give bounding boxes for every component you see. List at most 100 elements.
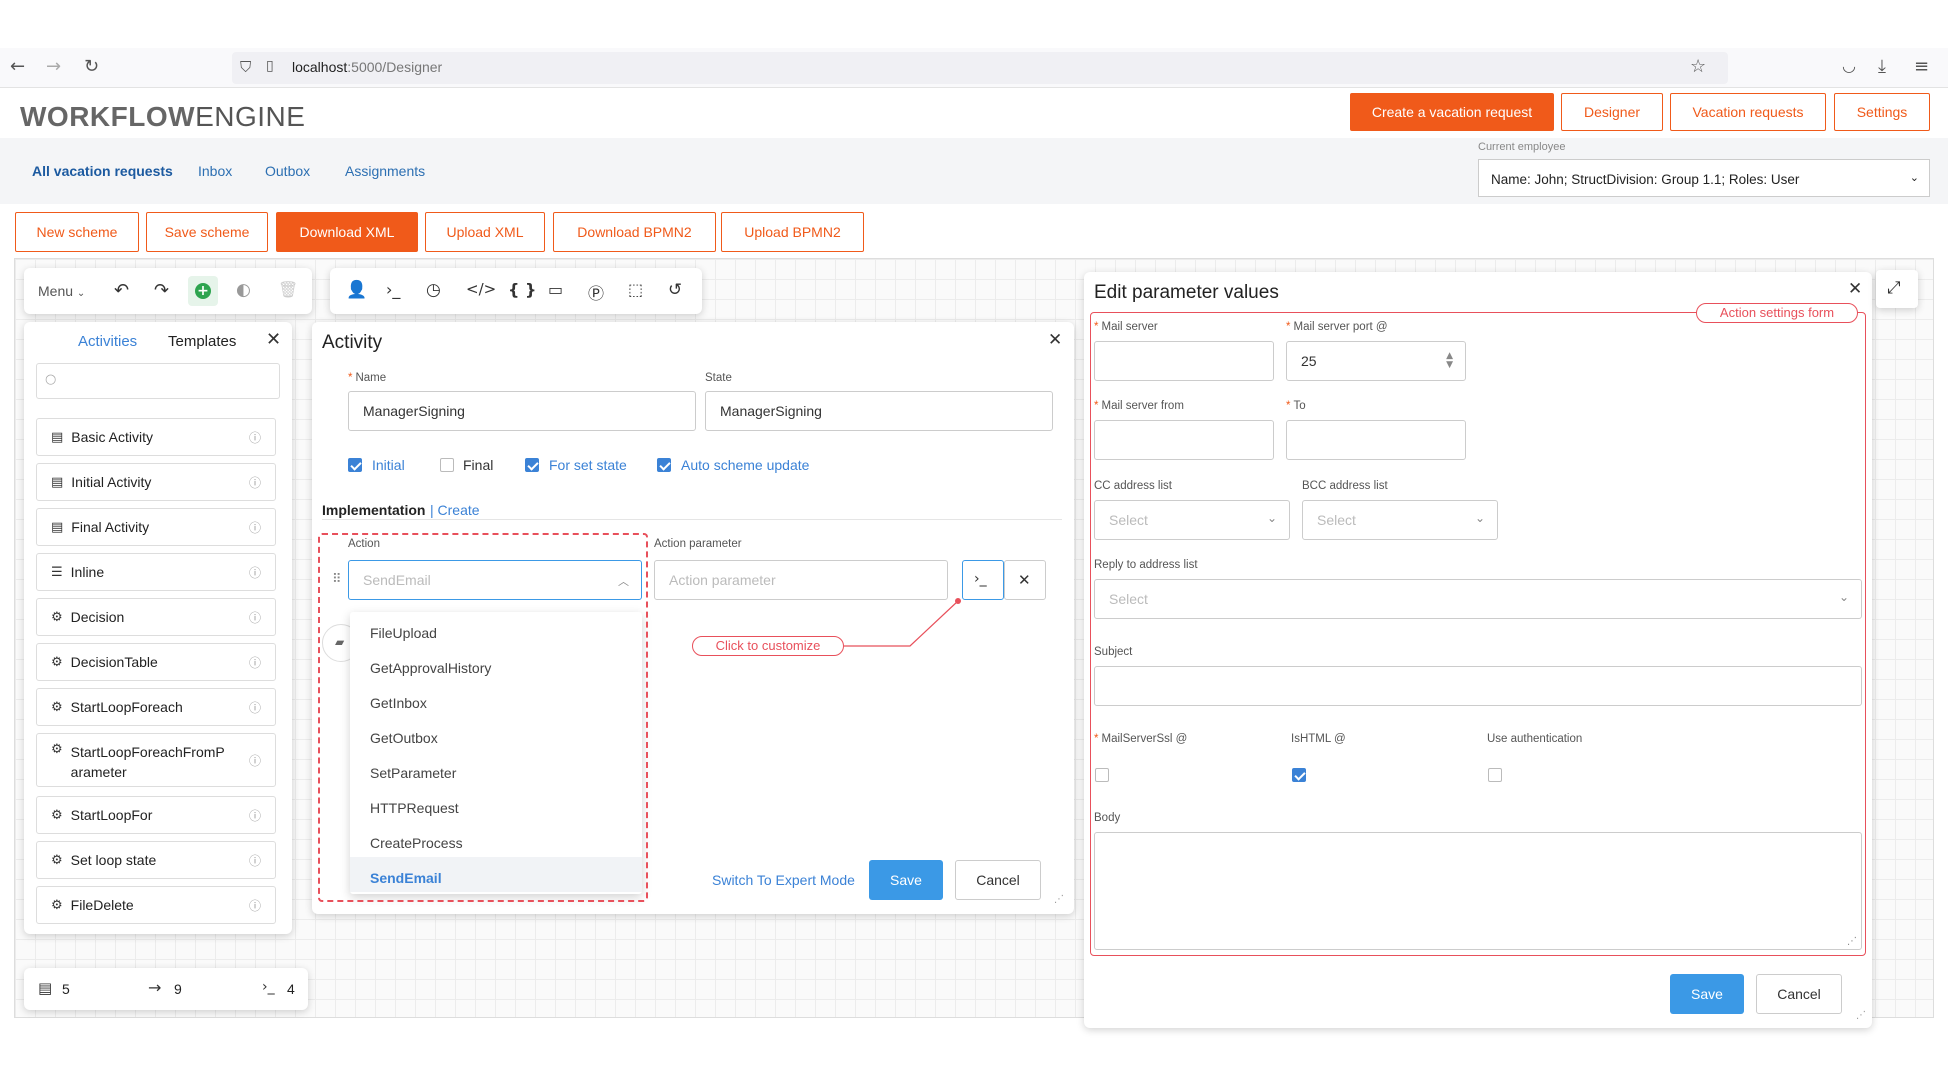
- vacation-requests-button[interactable]: Vacation requests: [1670, 93, 1826, 131]
- settings-button[interactable]: Settings: [1834, 93, 1930, 131]
- stepper-icon[interactable]: ▲ ▼: [1446, 352, 1453, 370]
- mail-server-from-input[interactable]: [1094, 420, 1274, 460]
- activity-search-input[interactable]: ○: [36, 363, 280, 399]
- redo-icon[interactable]: ↷: [154, 280, 169, 301]
- info-icon[interactable]: ⓘ: [249, 474, 261, 491]
- download-bpmn2-button[interactable]: Download BPMN2: [553, 212, 716, 252]
- code-icon[interactable]: </>: [466, 280, 496, 298]
- info-icon[interactable]: ⓘ: [249, 699, 261, 716]
- pocket-icon[interactable]: ◡: [1842, 56, 1856, 75]
- upload-xml-button[interactable]: Upload XML: [425, 212, 545, 252]
- list-item[interactable]: ⚙ DecisionTable ⓘ: [36, 643, 276, 681]
- download-icon[interactable]: ⤓: [1878, 56, 1886, 77]
- tab-assignments[interactable]: Assignments: [345, 163, 425, 179]
- use-authentication-checkbox[interactable]: [1488, 768, 1502, 782]
- info-icon[interactable]: ⓘ: [249, 609, 261, 626]
- undo-icon[interactable]: ↶: [114, 280, 129, 301]
- clear-parameter-button[interactable]: ✕: [1004, 560, 1046, 600]
- menu-dropdown[interactable]: Menu ⌄: [38, 283, 85, 299]
- designer-button[interactable]: Designer: [1561, 93, 1663, 131]
- new-scheme-button[interactable]: New scheme: [15, 212, 139, 252]
- action-parameter-input[interactable]: Action parameter: [654, 560, 948, 600]
- toggle-icon[interactable]: ◐: [236, 280, 251, 300]
- bookmark-star-icon[interactable]: ☆: [1690, 56, 1706, 77]
- list-item[interactable]: ▤ Initial Activity ⓘ: [36, 463, 276, 501]
- url-text[interactable]: localhost:5000/Designer: [292, 59, 442, 75]
- is-html-checkbox[interactable]: [1292, 768, 1306, 782]
- mail-server-port-input[interactable]: 25 ▲ ▼: [1286, 341, 1466, 381]
- resize-handle-icon[interactable]: ⋰: [1856, 1010, 1866, 1021]
- expand-button[interactable]: ⤢: [1876, 270, 1918, 308]
- history-icon[interactable]: ↺: [668, 280, 682, 300]
- auto-scheme-update-checkbox[interactable]: [657, 458, 671, 472]
- info-icon[interactable]: ⓘ: [249, 429, 261, 446]
- info-icon[interactable]: ⓘ: [249, 519, 261, 536]
- trash-icon[interactable]: 🗑: [278, 280, 298, 299]
- activity-cancel-button[interactable]: Cancel: [955, 860, 1041, 900]
- create-vacation-button[interactable]: Create a vacation request: [1350, 93, 1554, 131]
- param-cancel-button[interactable]: Cancel: [1756, 974, 1842, 1014]
- cc-select[interactable]: Select ⌄: [1094, 500, 1290, 540]
- tab-templates[interactable]: Templates: [168, 333, 236, 350]
- implementation-create-link[interactable]: | Create: [430, 502, 480, 518]
- list-item[interactable]: ⚙ StartLoopForeach ⓘ: [36, 688, 276, 726]
- name-input[interactable]: ManagerSigning: [348, 391, 696, 431]
- braces-icon[interactable]: { }: [508, 280, 536, 299]
- bcc-select[interactable]: Select ⌄: [1302, 500, 1498, 540]
- save-scheme-button[interactable]: Save scheme: [146, 212, 268, 252]
- param-save-button[interactable]: Save: [1670, 974, 1744, 1014]
- mail-server-ssl-checkbox[interactable]: [1095, 768, 1109, 782]
- parameter-icon[interactable]: Ⓟ: [588, 280, 604, 304]
- close-icon[interactable]: ✕: [1848, 279, 1862, 299]
- list-item[interactable]: ▤ Final Activity ⓘ: [36, 508, 276, 546]
- final-checkbox[interactable]: [440, 458, 454, 472]
- info-icon[interactable]: ⓘ: [249, 852, 261, 869]
- upload-bpmn2-button[interactable]: Upload BPMN2: [721, 212, 864, 252]
- mail-server-input[interactable]: [1094, 341, 1274, 381]
- to-input[interactable]: [1286, 420, 1466, 460]
- tab-all-vacation-requests[interactable]: All vacation requests: [32, 163, 173, 179]
- command-icon[interactable]: ›_: [386, 280, 400, 299]
- activity-save-button[interactable]: Save: [869, 860, 943, 900]
- body-textarea[interactable]: ⋰: [1094, 832, 1862, 950]
- customize-parameter-button[interactable]: ›_: [962, 560, 1004, 600]
- list-item[interactable]: ⚙ Decision ⓘ: [36, 598, 276, 636]
- state-input[interactable]: ManagerSigning: [705, 391, 1053, 431]
- back-icon[interactable]: ←: [10, 56, 25, 77]
- comment-icon[interactable]: ▭: [548, 280, 563, 299]
- list-item[interactable]: ⚙ FileDelete ⓘ: [36, 886, 276, 924]
- list-item[interactable]: ▤ Basic Activity ⓘ: [36, 418, 276, 456]
- shield-icon[interactable]: ⛉: [240, 58, 251, 76]
- info-icon[interactable]: ⓘ: [249, 564, 261, 581]
- resize-handle-icon[interactable]: ⋰: [1847, 936, 1857, 947]
- subject-input[interactable]: [1094, 666, 1862, 706]
- resize-handle-icon[interactable]: ⋰: [1054, 894, 1064, 905]
- timer-icon[interactable]: ◷: [426, 280, 441, 300]
- list-item[interactable]: ⚙ Set loop state ⓘ: [36, 841, 276, 879]
- download-xml-button[interactable]: Download XML: [276, 212, 418, 252]
- actor-icon[interactable]: 👤: [346, 280, 367, 300]
- tab-activities[interactable]: Activities: [78, 333, 137, 350]
- close-icon[interactable]: ✕: [1048, 330, 1062, 350]
- current-employee-select[interactable]: Name: John; StructDivision: Group 1.1; R…: [1478, 159, 1930, 197]
- tab-outbox[interactable]: Outbox: [265, 163, 310, 179]
- info-icon[interactable]: ⓘ: [249, 897, 261, 914]
- reload-icon[interactable]: ↻: [84, 56, 99, 77]
- close-icon[interactable]: ✕: [266, 329, 281, 350]
- for-set-state-checkbox[interactable]: [525, 458, 539, 472]
- info-icon[interactable]: ⓘ: [249, 807, 261, 824]
- reply-to-select[interactable]: Select ⌄: [1094, 579, 1862, 619]
- forward-icon[interactable]: →: [46, 56, 61, 77]
- add-activity-button[interactable]: +: [188, 276, 218, 306]
- brand-logo[interactable]: WORKFLOWENGINE: [20, 101, 305, 133]
- url-bar[interactable]: [232, 52, 1728, 84]
- tab-inbox[interactable]: Inbox: [198, 163, 232, 179]
- info-icon[interactable]: ⓘ: [249, 752, 261, 769]
- initial-checkbox[interactable]: [348, 458, 362, 472]
- list-item[interactable]: ☰ Inline ⓘ: [36, 553, 276, 591]
- list-item[interactable]: ⚙ StartLoopFor ⓘ: [36, 796, 276, 834]
- select-area-icon[interactable]: ⬚: [628, 280, 643, 299]
- switch-expert-mode-link[interactable]: Switch To Expert Mode: [712, 872, 855, 888]
- list-item[interactable]: ⚙ StartLoopForeachFromParameter ⓘ: [36, 733, 276, 787]
- hamburger-menu-icon[interactable]: ≡: [1914, 56, 1929, 77]
